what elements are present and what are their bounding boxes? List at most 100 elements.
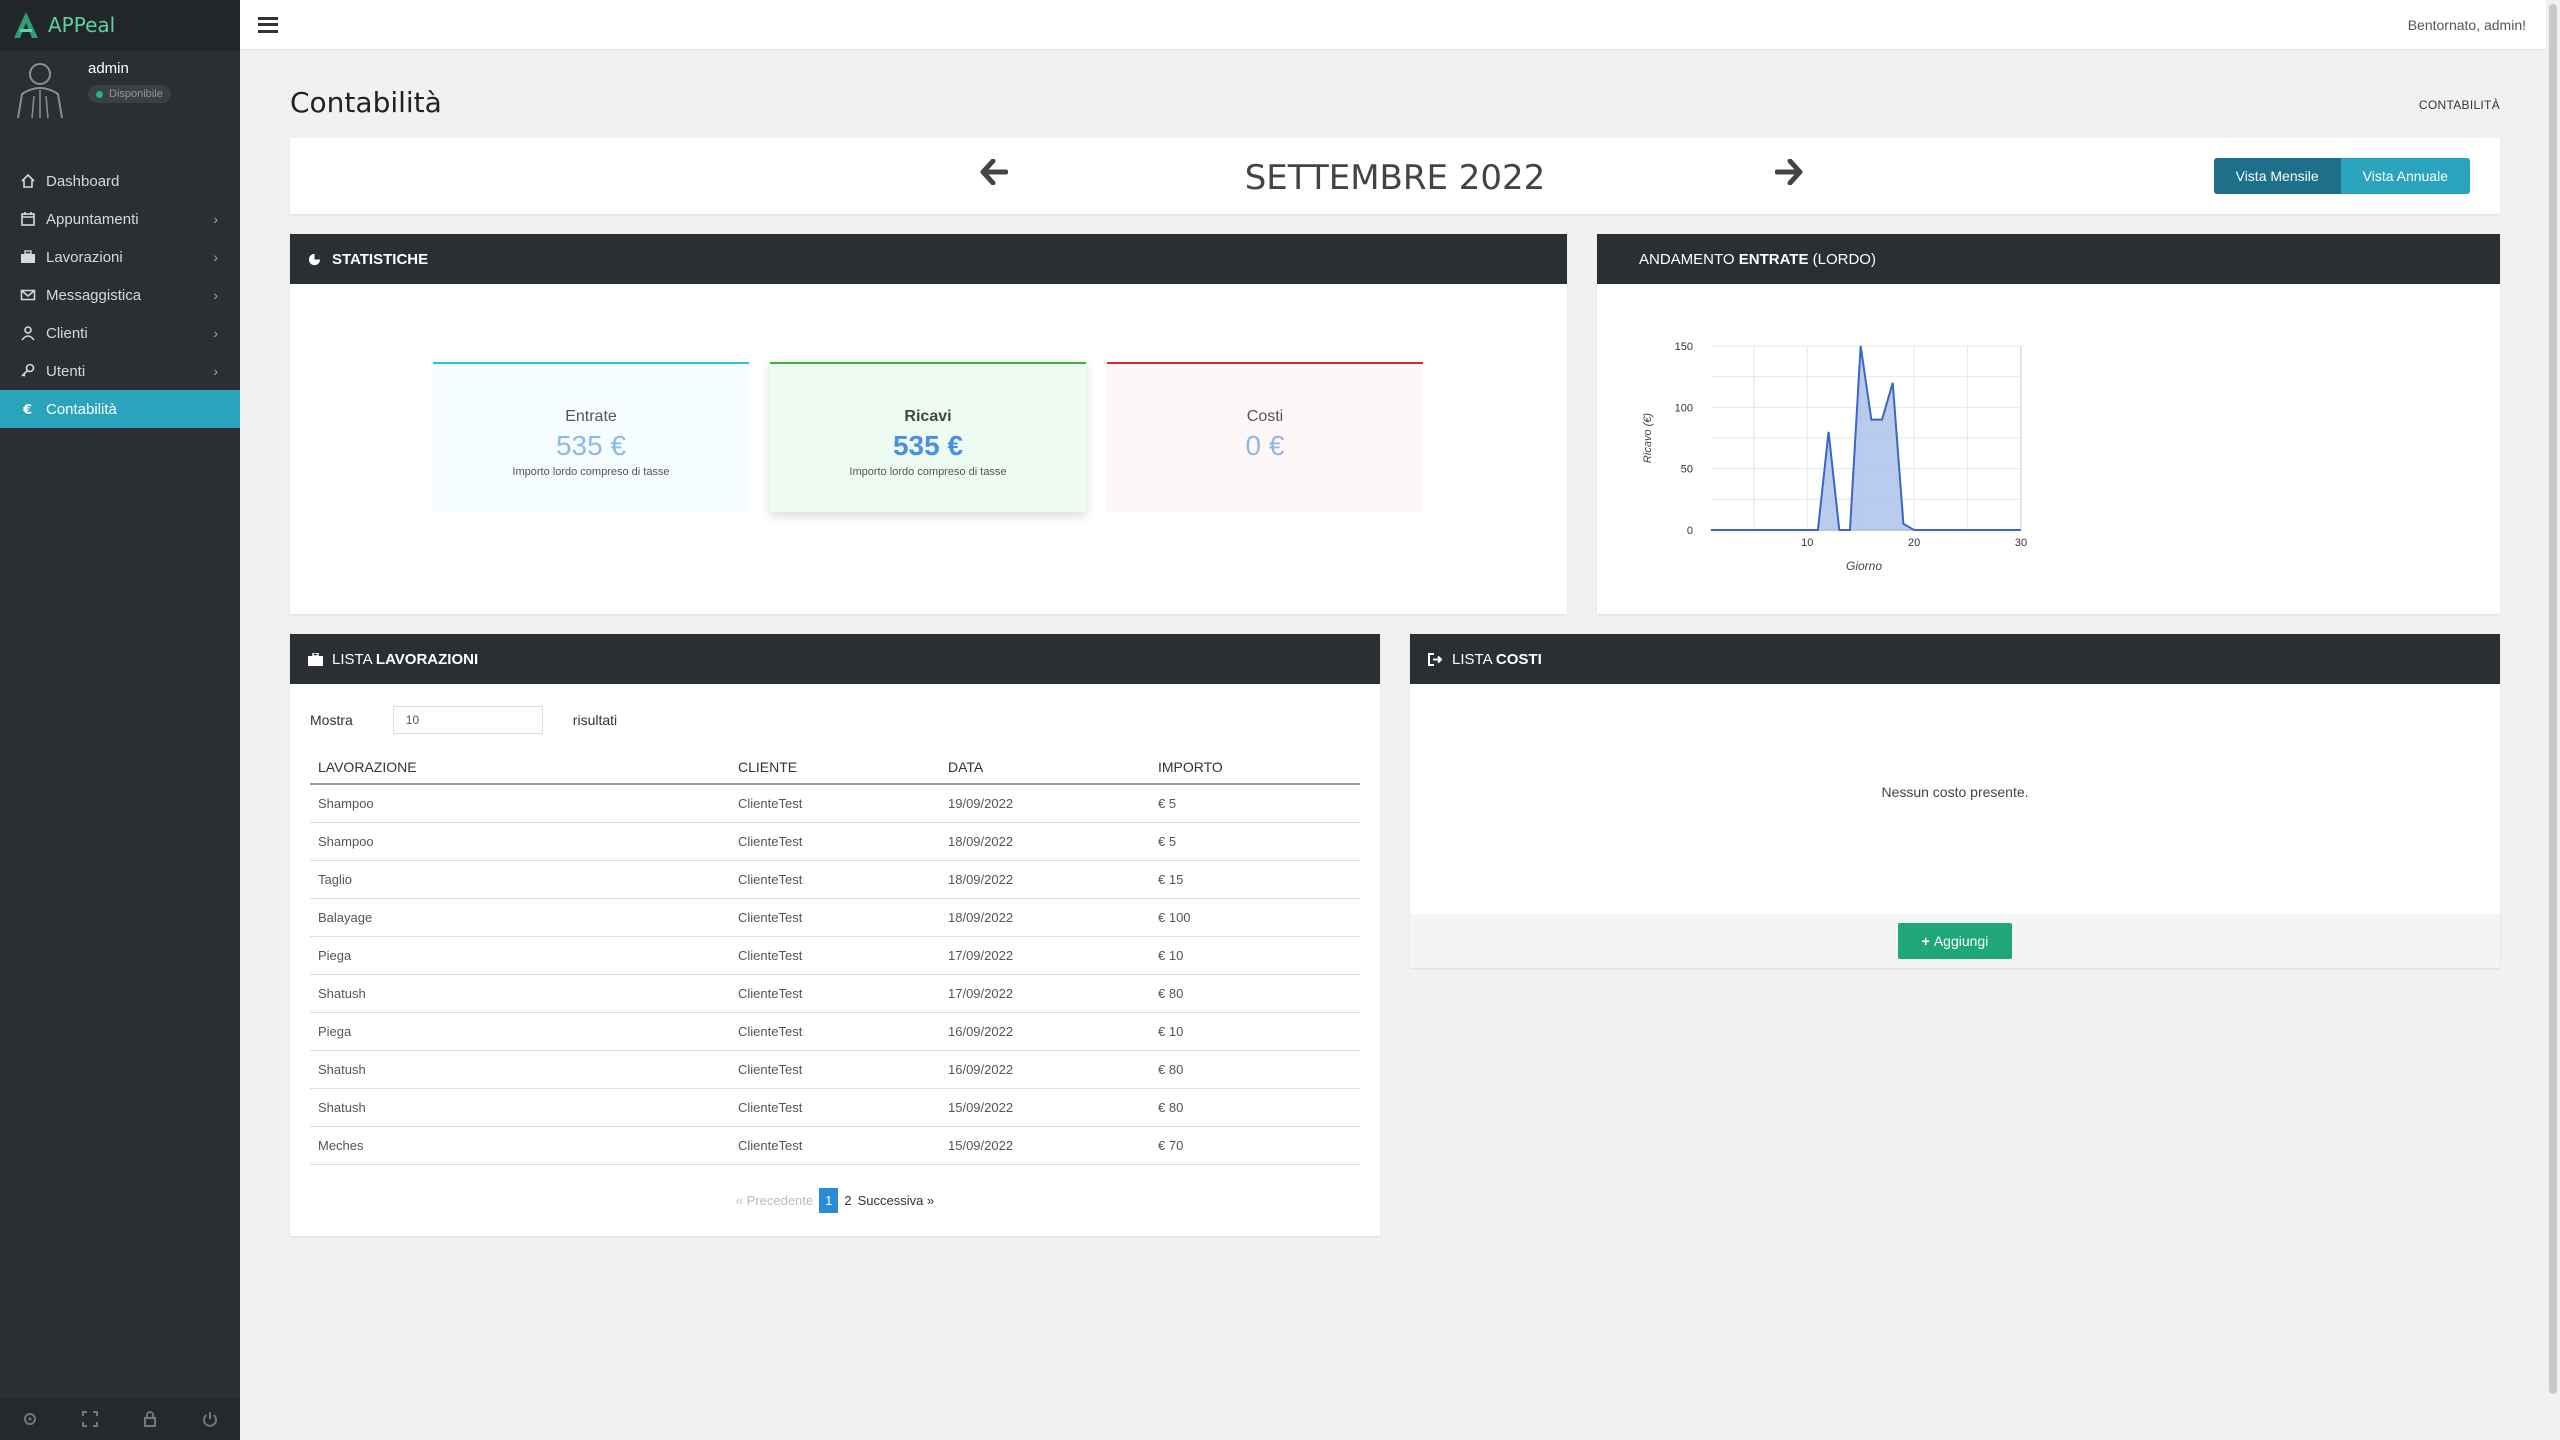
lavorazioni-table: LAVORAZIONE CLIENTE DATA IMPORTO Shampoo Cli… [310,750,1360,1165]
page-scrollbar[interactable] [2546,0,2560,1440]
power-icon[interactable] [202,1411,218,1427]
table-cell: € 10 [1150,936,1360,975]
page-size-select[interactable]: 10 [392,706,543,734]
page-link-2[interactable]: 2 [844,1193,851,1208]
lavorazioni-header: LISTA LAVORAZIONI [290,634,1380,684]
table-row[interactable]: Piega ClienteTest 16/09/2022 € 10 [310,1012,1360,1051]
column-header[interactable]: DATA [940,750,1150,785]
table-cell: Shampoo [310,822,730,861]
costi-label: Costi [1246,408,1284,425]
table-cell: Balayage [310,898,730,937]
table-cell: 18/09/2022 [940,860,1150,899]
x-axis-label: Giorno [1846,559,1882,573]
avatar[interactable] [12,56,68,118]
table-row[interactable]: Shatush ClienteTest 17/09/2022 € 80 [310,974,1360,1013]
lavorazioni-title-bold: LAVORAZIONI [375,650,479,668]
user-panel: admin Disponibile [0,50,240,122]
user-status-badge[interactable]: Disponibile [88,85,171,103]
sidebar-nav: Dashboard Appuntamenti › Lavorazioni › Messag… [0,162,240,428]
table-row[interactable]: Balayage ClienteTest 18/09/2022 € 100 [310,898,1360,937]
topbar: Bentornato, admin! [240,0,2546,50]
yearly-view-button[interactable]: Vista Annuale [2340,158,2470,194]
column-header[interactable]: IMPORTO [1150,750,1360,785]
sidebar-item-appuntamenti[interactable]: Appuntamenti › [0,200,240,238]
trend-header: ANDAMENTO ENTRATE (LORDO) [1597,234,2500,297]
costi-footer: + Aggiungi [1410,914,2500,968]
y-axis-label: Ricavo (€) [1642,413,1654,463]
table-cell: € 100 [1150,898,1360,937]
x-tick-label: 20 [1908,537,1920,549]
table-cell: ClienteTest [730,936,940,975]
page-link-1[interactable]: 1 [819,1188,839,1213]
welcome-text: Bentornato, admin! [2407,16,2526,33]
table-cell: 16/09/2022 [940,1050,1150,1089]
add-cost-button[interactable]: + Aggiungi [1897,923,2013,959]
trend-chart: 10 20 30 0 50 100 150 Giorno Ricavo (€) [1642,341,2027,573]
ricavi-box: Ricavi 535 € Importo lordo compreso di t… [770,362,1086,512]
ricavi-label: Ricavi [904,408,952,425]
entrate-value: 535 € [555,430,627,461]
table-row[interactable]: Piega ClienteTest 17/09/2022 € 10 [310,936,1360,975]
table-cell: 17/09/2022 [940,936,1150,975]
current-month: SETTEMBRE 2022 [1244,158,1546,198]
chevron-right-icon: › [213,287,218,303]
table-cell: ClienteTest [730,1088,940,1127]
brand-name: APPeal [48,13,116,37]
y-tick-label: 50 [1681,464,1693,476]
home-icon [20,173,36,189]
svg-text:€: € [22,403,32,417]
chevron-right-icon: › [213,249,218,265]
user-name: admin [88,60,129,77]
table-cell: ClienteTest [730,1126,940,1165]
sidebar-item-lavorazioni[interactable]: Lavorazioni › [0,238,240,276]
entrate-label: Entrate [565,408,617,425]
table-cell: 19/09/2022 [940,784,1150,823]
lavorazioni-panel: LISTA LAVORAZIONI Mostra 10 risultati LA… [290,634,1380,1236]
settings-icon[interactable] [22,1411,38,1427]
fullscreen-icon[interactable] [82,1411,98,1427]
brand[interactable]: APPeal [0,0,240,50]
sidebar-item-label: Contabilità [46,400,117,418]
table-row[interactable]: Meches ClienteTest 15/09/2022 € 70 [310,1126,1360,1165]
sidebar-item-messaggistica[interactable]: Messaggistica › [0,276,240,314]
chevron-right-icon: › [213,325,218,341]
sidebar-item-dashboard[interactable]: Dashboard [0,162,240,200]
costi-title-bold: COSTI [1495,650,1542,668]
costi-panel: LISTA COSTI Nessun costo presente. + Agg… [1410,634,2500,968]
sidebar-item-contabilit-[interactable]: € Contabilità [0,390,240,428]
table-cell: € 15 [1150,860,1360,899]
chevron-right-icon: › [213,211,218,227]
table-cell: Shatush [310,974,730,1013]
user-status-label: Disponibile [109,88,163,100]
costi-title-prefix: LISTA [1452,650,1496,668]
trend-panel: ANDAMENTO ENTRATE (LORDO) 10 20 30 0 50 100 15… [1597,234,2500,614]
table-row[interactable]: Shatush ClienteTest 16/09/2022 € 80 [310,1050,1360,1089]
y-tick-label: 150 [1675,341,1693,353]
table-row[interactable]: Shatush ClienteTest 15/09/2022 € 80 [310,1088,1360,1127]
sidebar: APPeal admin Disponibile Dashboard Appunt… [0,0,240,1440]
briefcase-icon [308,651,324,667]
statistics-header: STATISTICHE [290,234,1567,284]
table-cell: € 5 [1150,784,1360,823]
column-header[interactable]: CLIENTE [730,750,940,785]
table-row[interactable]: Shampoo ClienteTest 19/09/2022 € 5 [310,784,1360,823]
table-row[interactable]: Shampoo ClienteTest 18/09/2022 € 5 [310,822,1360,861]
view-toggle: Vista Mensile Vista Annuale [2213,158,2470,194]
table-cell: ClienteTest [730,784,940,823]
sidebar-footer [0,1398,240,1440]
lock-icon[interactable] [142,1411,158,1427]
sidebar-item-label: Appuntamenti [46,210,139,228]
trend-title-prefix: ANDAMENTO [1639,250,1739,268]
menu-toggle-icon[interactable] [258,16,278,33]
sidebar-item-clienti[interactable]: Clienti › [0,314,240,352]
prev-page-link[interactable]: « Precedente [736,1193,813,1208]
prev-month-arrow-icon[interactable] [974,152,1014,192]
table-row[interactable]: Taglio ClienteTest 18/09/2022 € 15 [310,860,1360,899]
monthly-view-button[interactable]: Vista Mensile [2213,158,2341,194]
next-page-link[interactable]: Successiva » [858,1193,935,1208]
costi-box: Costi 0 € [1107,362,1423,512]
trend-title-suffix: (LORDO) [1808,250,1876,268]
column-header[interactable]: LAVORAZIONE [310,750,730,785]
next-month-arrow-icon[interactable] [1769,152,1809,192]
sidebar-item-utenti[interactable]: Utenti › [0,352,240,390]
